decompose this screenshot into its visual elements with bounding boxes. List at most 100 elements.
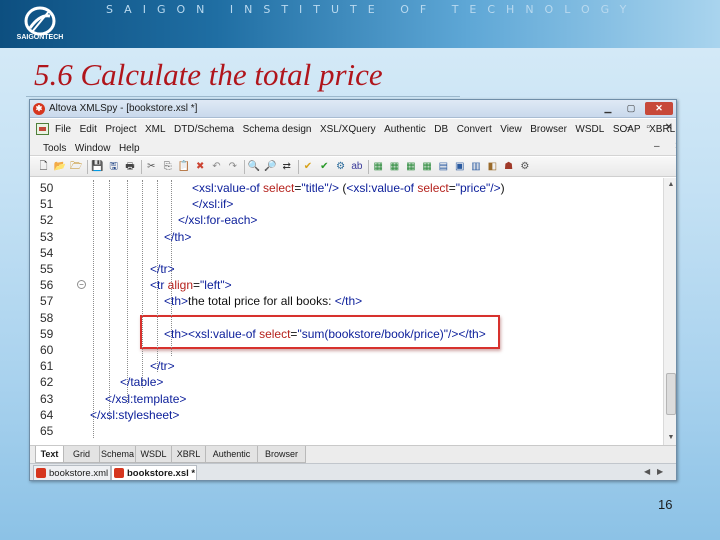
menu-xml[interactable]: XML — [145, 124, 166, 135]
undo-icon[interactable]: ↶ — [210, 160, 223, 173]
menu-browser[interactable]: Browser — [530, 124, 567, 135]
line-number: 56 — [40, 278, 54, 293]
grid-icon-4[interactable]: ▦ — [421, 160, 434, 173]
copy-icon[interactable]: ⎘ — [161, 160, 174, 173]
menu-convert[interactable]: Convert — [457, 124, 492, 135]
line-number: 60 — [40, 343, 54, 357]
grid-icon-2[interactable]: ▦ — [388, 160, 401, 173]
menu-project[interactable]: Project — [105, 124, 136, 135]
scroll-thumb[interactable] — [666, 373, 676, 415]
line-number: 54 — [40, 245, 54, 260]
line-number: 51 — [40, 197, 54, 212]
view-icon-1[interactable]: ▤ — [437, 160, 450, 173]
chart-icon[interactable]: ◧ — [486, 160, 499, 173]
code-token: select — [417, 181, 449, 195]
menu-dtd-schema[interactable]: DTD/Schema — [174, 124, 234, 135]
print-icon[interactable]: 🖶 — [124, 160, 137, 173]
validate-icon[interactable]: ✔ — [318, 160, 331, 173]
document-tab-label: bookstore.xsl * — [127, 468, 196, 479]
code-token: "sum(bookstore/book/price)" — [297, 326, 449, 341]
menu-wsdl[interactable]: WSDL — [575, 124, 604, 135]
code-token: <tr — [150, 278, 168, 293]
tab-next-icon[interactable]: ▶ — [657, 467, 663, 476]
code-token: select — [259, 326, 291, 341]
line-number: 64 — [40, 407, 54, 422]
code-text: </tr> — [150, 261, 175, 277]
code-line: 56 <tr align="left"> — [30, 277, 663, 293]
redo-icon[interactable]: ↷ — [226, 160, 239, 173]
code-line: 59 <th><xsl:value-of select="sum(bookstor… — [30, 326, 663, 342]
menu-tools[interactable]: Tools — [43, 143, 66, 154]
code-line: 57 <th>the total price for all books: </t… — [30, 293, 663, 309]
wellformed-icon[interactable]: ✔ — [302, 160, 315, 173]
tab-prev-icon[interactable]: ◀ — [644, 467, 650, 476]
vertical-scrollbar[interactable]: ▲ ▼ — [663, 178, 676, 445]
xslt-icon[interactable]: ⚙ — [334, 160, 347, 173]
code-text: </xsl:stylesheet> — [90, 407, 179, 423]
scroll-up-icon[interactable]: ▲ — [666, 180, 676, 190]
grid-icon-1[interactable]: ▦ — [372, 160, 385, 173]
menu-edit[interactable]: Edit — [80, 124, 97, 135]
line-number: 50 — [40, 181, 54, 195]
view-icon-2[interactable]: ▣ — [453, 160, 466, 173]
code-line: 60 — [30, 342, 663, 358]
find-icon[interactable]: 🔍 — [248, 160, 261, 173]
view-tab-grid[interactable]: Grid — [63, 446, 100, 463]
code-text: </tr> — [150, 358, 175, 374]
menu-file[interactable]: File — [55, 124, 71, 135]
code-line: 61 </tr> — [30, 358, 663, 374]
document-window-controls[interactable]: – ▫ ✕ — [626, 122, 676, 133]
menu-help[interactable]: Help — [119, 143, 140, 154]
find-next-icon[interactable]: 🔎 — [264, 160, 277, 173]
cut-icon[interactable]: ✂ — [145, 160, 158, 173]
grid-icon-3[interactable]: ▦ — [404, 160, 417, 173]
settings-icon[interactable]: ⚙ — [518, 160, 531, 173]
save-all-icon[interactable]: 🖫 — [107, 160, 120, 173]
spell-icon[interactable]: ab — [350, 160, 363, 173]
code-token: <th><xsl:value-of — [164, 326, 260, 341]
code-text: <th><xsl:value-of select="sum(bookstore/… — [164, 326, 486, 342]
line-number: 65 — [40, 424, 54, 438]
code-token: ) — [500, 181, 505, 195]
document-tab-bookstore-xml[interactable]: bookstore.xml — [33, 465, 111, 480]
close-button[interactable]: ✕ — [645, 102, 673, 115]
menu-schema-design[interactable]: Schema design — [243, 124, 312, 135]
view-icon-3[interactable]: ▥ — [470, 160, 483, 173]
code-editor[interactable]: 50 <xsl:value-of select="title"/> (<xsl:v… — [30, 178, 663, 445]
menu-view[interactable]: View — [500, 124, 522, 135]
view-tab-browser[interactable]: Browser — [257, 446, 306, 463]
paste-icon[interactable]: 📋 — [177, 160, 190, 173]
file-icon — [36, 468, 46, 478]
code-token: /></th> — [448, 326, 486, 341]
institute-name: SAIGON INSTITUTE OF TECHNOLOGY — [106, 3, 638, 16]
xmlspy-app-icon: ✱ — [33, 103, 45, 115]
code-token: </xsl:if> — [192, 197, 234, 212]
line-number: 63 — [40, 391, 54, 406]
open-folder-icon[interactable]: 🗁 — [70, 160, 83, 173]
code-text: </th> — [164, 229, 191, 245]
menu-window[interactable]: Window — [75, 143, 111, 154]
maximize-button[interactable]: ▢ — [622, 102, 640, 115]
open-icon[interactable]: 📂 — [53, 160, 66, 173]
menu-db[interactable]: DB — [434, 124, 448, 135]
minimize-button[interactable]: ▁ — [599, 102, 617, 115]
save-icon[interactable]: 💾 — [91, 160, 104, 173]
code-line: 62 </table> — [30, 374, 663, 390]
slide-page-number: 16 — [658, 497, 673, 512]
debug-icon[interactable]: ☗ — [502, 160, 515, 173]
scroll-down-icon[interactable]: ▼ — [666, 433, 676, 443]
view-tab-xbrl[interactable]: XBRL — [171, 446, 206, 463]
delete-icon[interactable]: ✖ — [194, 160, 207, 173]
menu-authentic[interactable]: Authentic — [384, 124, 426, 135]
menu-xsl-xquery[interactable]: XSL/XQuery — [320, 124, 376, 135]
code-token: </table> — [120, 375, 164, 390]
new-icon[interactable]: 🗋 — [37, 160, 50, 173]
view-tab-schema[interactable]: Schema — [99, 446, 136, 463]
view-tab-wsdl[interactable]: WSDL — [135, 446, 172, 463]
replace-icon[interactable]: ⇄ — [280, 160, 293, 173]
code-token: select — [263, 181, 295, 195]
view-tab-text[interactable]: Text — [35, 446, 64, 463]
view-tab-authentic[interactable]: Authentic — [205, 446, 258, 463]
document-tab-bookstore-xsl[interactable]: bookstore.xsl * — [111, 465, 197, 480]
document-window-controls-secondary[interactable]: – ✕ — [654, 141, 676, 152]
